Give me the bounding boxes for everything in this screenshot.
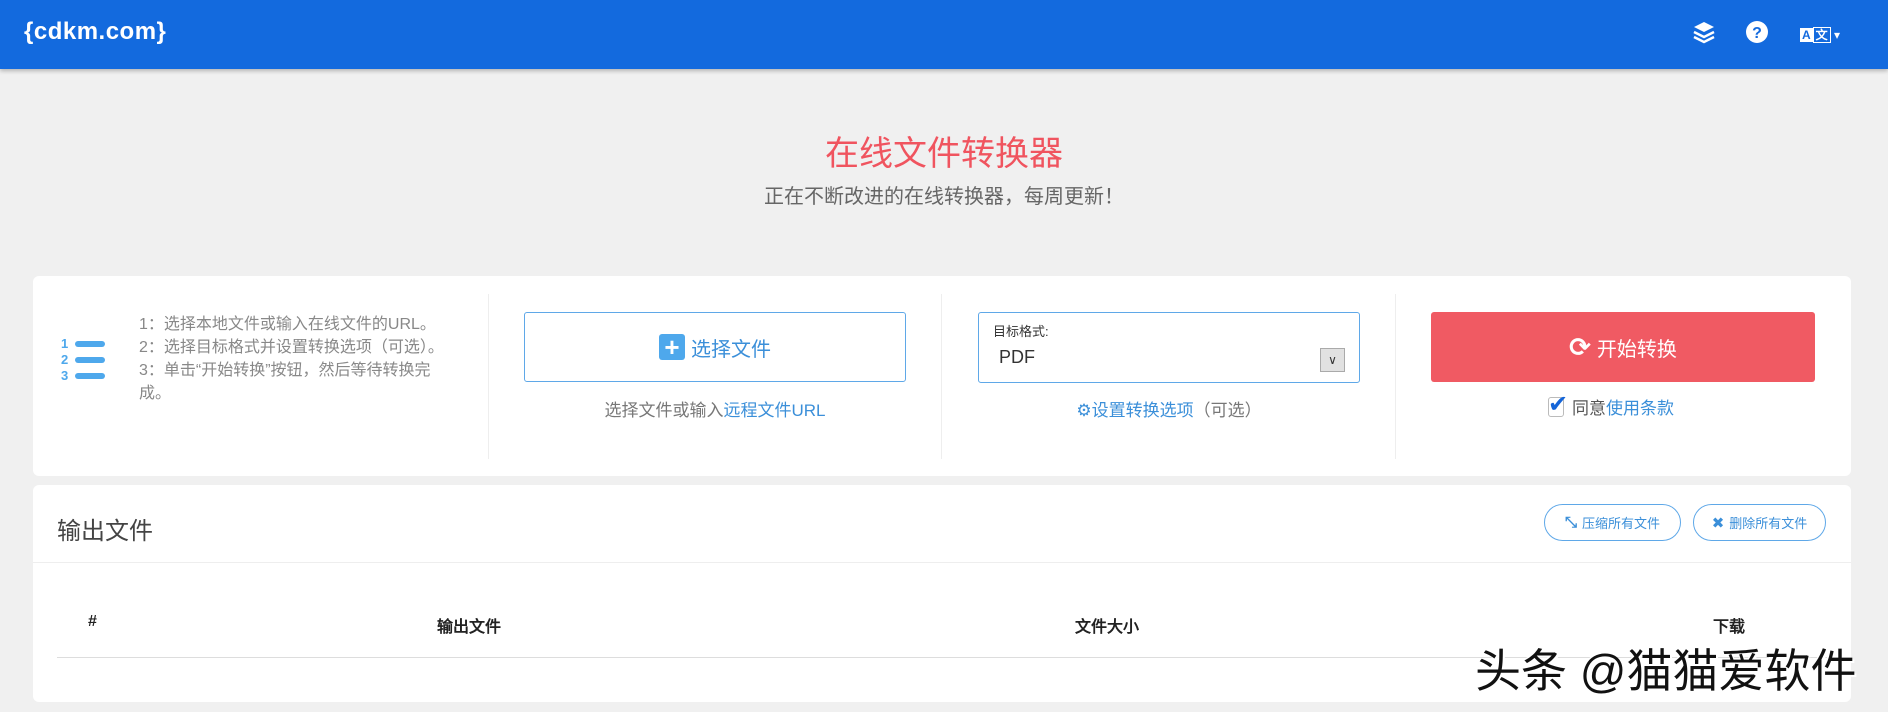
converter-panel: 123 1：选择本地文件或输入在线文件的URL。2：选择目标格式并设置转换选项（…	[33, 276, 1851, 476]
column-header-index: #	[88, 613, 97, 630]
target-format-label: 目标格式:	[993, 324, 1049, 339]
svg-text:?: ?	[1752, 25, 1762, 42]
compress-icon: ⤡	[1564, 514, 1577, 531]
column-header-file-size: 文件大小	[1075, 619, 1140, 636]
gear-icon: ⚙	[1076, 401, 1092, 420]
svg-text:1: 1	[61, 336, 68, 351]
settings-options-link[interactable]: ⚙设置转换选项	[1076, 401, 1193, 420]
choose-file-button[interactable]: + 选择文件	[524, 312, 906, 382]
divider	[1395, 294, 1396, 459]
column-header-download: 下载	[1713, 619, 1746, 636]
top-navbar: {cdkm.com} ? A文 ▾	[0, 0, 1888, 69]
plus-icon: +	[659, 334, 685, 360]
divider	[488, 294, 489, 459]
language-icon[interactable]: A文 ▾	[1800, 26, 1840, 43]
delete-all-button[interactable]: ✖ 删除所有文件	[1693, 504, 1826, 541]
page-title: 在线文件转换器	[825, 135, 1063, 173]
choose-file-label: 选择文件	[691, 338, 771, 361]
compress-label: 压缩所有文件	[1582, 516, 1661, 531]
layers-icon[interactable]	[1692, 20, 1716, 50]
delete-label: 删除所有文件	[1729, 516, 1808, 531]
remote-url-link[interactable]: 远程文件URL	[723, 401, 825, 420]
close-icon: ✖	[1711, 514, 1725, 532]
start-convert-label: 开始转换	[1596, 338, 1677, 361]
numbered-list-icon: 123	[61, 336, 105, 383]
divider	[941, 294, 942, 459]
output-title: 输出文件	[57, 518, 153, 545]
check-icon: ✔	[1548, 390, 1569, 418]
instructions-text: 1：选择本地文件或输入在线文件的URL。2：选择目标格式并设置转换选项（可选）。…	[139, 316, 444, 402]
column-header-output-file: 输出文件	[437, 619, 502, 636]
refresh-icon: ⟳	[1569, 331, 1591, 362]
target-format-value: PDF	[999, 347, 1035, 367]
terms-agreement: ✔ 同意使用条款	[1548, 391, 1674, 419]
svg-text:2: 2	[61, 352, 68, 367]
options-row: ⚙设置转换选项（可选）	[978, 396, 1360, 421]
help-icon[interactable]: ?	[1745, 20, 1769, 50]
optional-note: （可选）	[1193, 401, 1262, 420]
agree-label: 同意	[1572, 399, 1606, 418]
compress-all-button[interactable]: ⤡ 压缩所有文件	[1544, 504, 1681, 541]
chevron-down-icon[interactable]: ∨	[1320, 348, 1345, 372]
divider	[33, 562, 1851, 563]
start-convert-button[interactable]: ⟳ 开始转换	[1431, 312, 1815, 382]
target-format-select[interactable]: 目标格式: PDF ∨	[978, 312, 1360, 383]
choose-hint: 选择文件或输入远程文件URL	[524, 396, 906, 421]
watermark: 头条 @猫猫爱软件	[1475, 645, 1857, 697]
terms-link[interactable]: 使用条款	[1606, 399, 1674, 418]
options-link-label: 设置转换选项	[1091, 401, 1194, 420]
svg-text:3: 3	[61, 368, 68, 383]
agree-checkbox[interactable]: ✔	[1548, 391, 1568, 418]
site-logo[interactable]: {cdkm.com}	[24, 18, 166, 46]
hint-prefix: 选择文件或输入	[604, 401, 724, 420]
page-subtitle: 正在不断改进的在线转换器，每周更新！	[764, 186, 1124, 208]
